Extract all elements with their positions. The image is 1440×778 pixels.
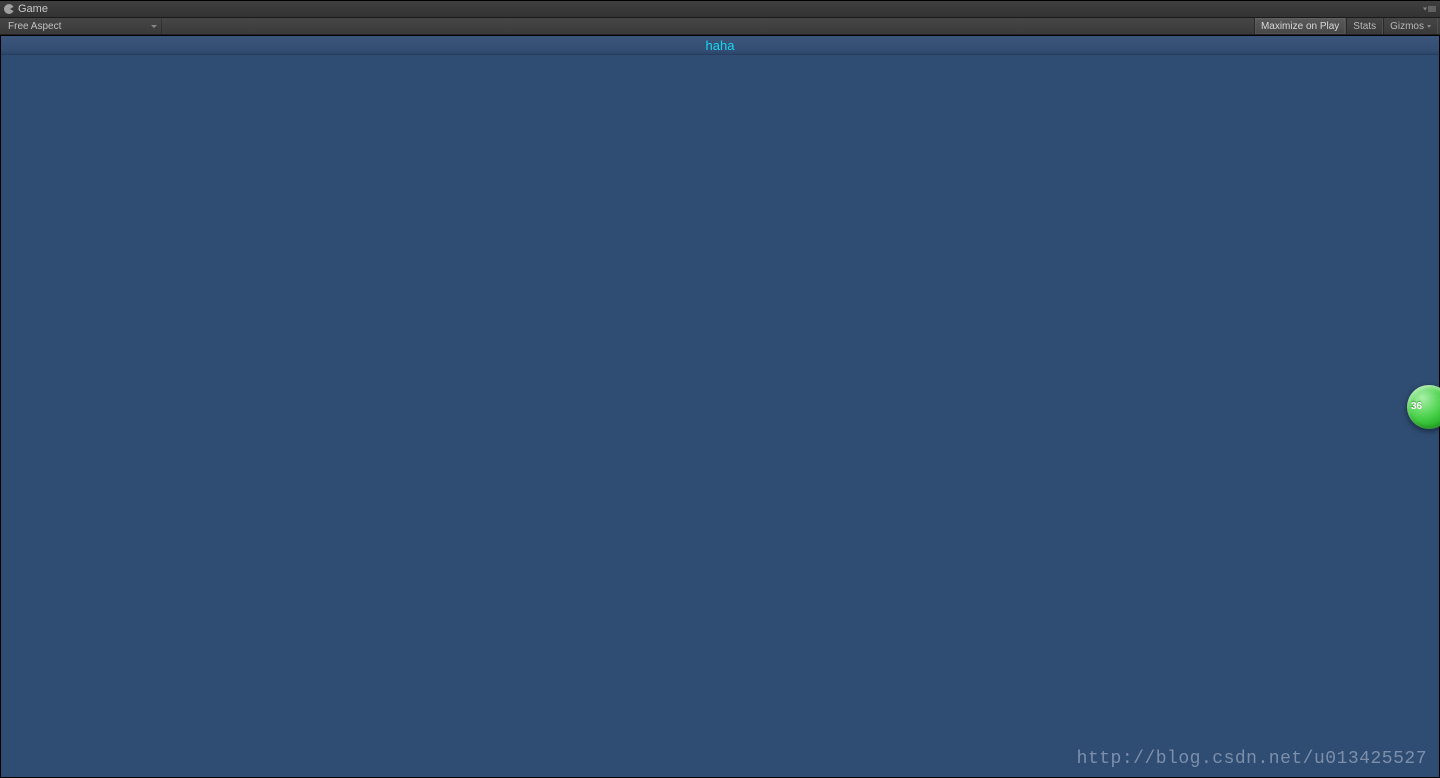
watermark-text: http://blog.csdn.net/u013425527 [1077,749,1427,769]
window-menu-button[interactable] [1423,7,1436,12]
floating-badge[interactable]: 36 [1407,385,1440,429]
game-viewport: haha 36 http://blog.csdn.net/u013425527 [0,35,1440,778]
game-tab-icon [4,4,14,14]
window-menu-arrow-icon [1423,7,1427,11]
toolbar-right-group: Maximize on Play Stats Gizmos [1254,18,1438,34]
game-tab-label: Game [18,3,48,15]
maximize-on-play-label: Maximize on Play [1261,21,1339,32]
window-menu-lines-icon [1428,7,1436,12]
chevron-down-icon [1427,25,1431,28]
gizmos-label: Gizmos [1390,21,1424,32]
gizmos-dropdown[interactable]: Gizmos [1383,18,1438,34]
maximize-on-play-toggle[interactable]: Maximize on Play [1254,18,1346,34]
stats-label: Stats [1353,21,1376,32]
game-titlebar: Game [0,0,1440,18]
game-ui-top-bar: haha [1,36,1439,55]
game-toolbar: Free Aspect Maximize on Play Stats Gizmo… [0,18,1440,35]
chevron-down-icon [151,25,157,28]
aspect-ratio-dropdown[interactable]: Free Aspect [8,18,162,34]
game-ui-top-text: haha [706,38,735,53]
stats-toggle[interactable]: Stats [1346,18,1383,34]
game-tab[interactable]: Game [0,1,54,17]
aspect-ratio-label: Free Aspect [8,21,61,32]
floating-badge-text: 36 [1411,401,1422,412]
